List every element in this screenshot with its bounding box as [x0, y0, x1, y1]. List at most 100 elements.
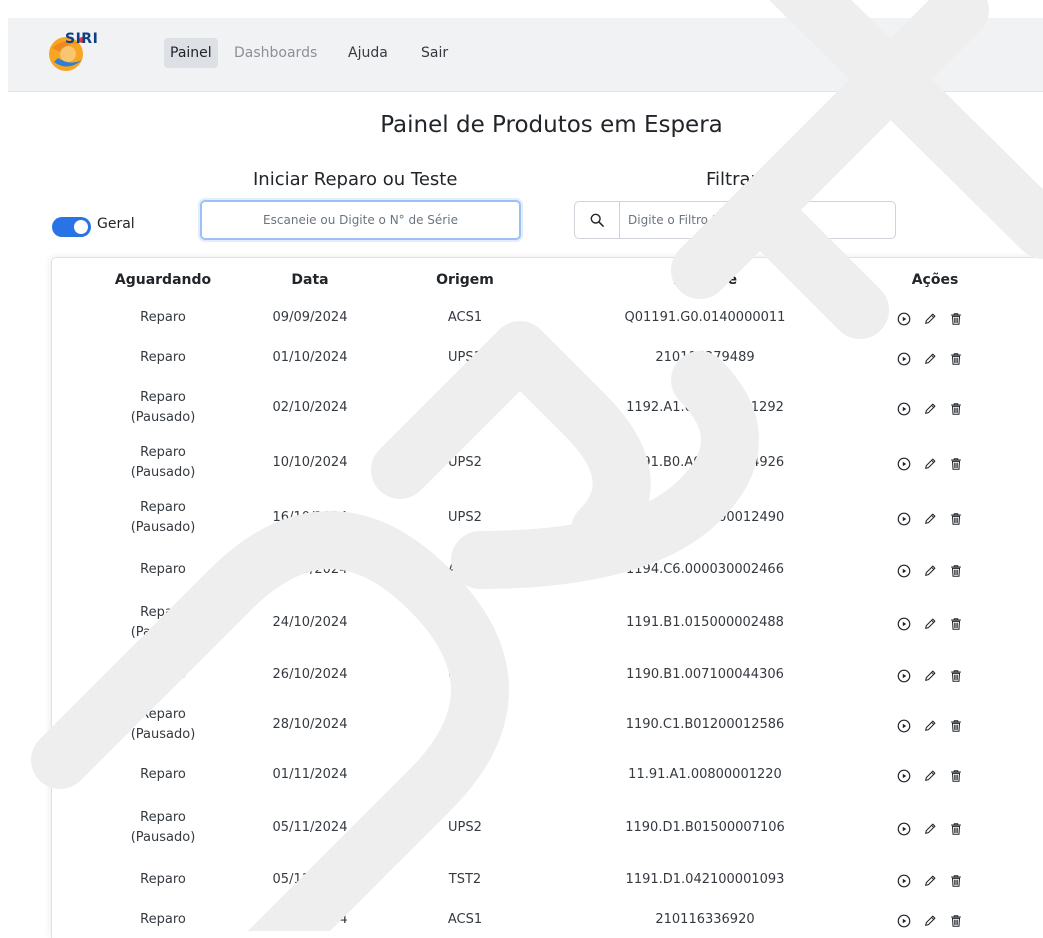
cell-data: 01/11/2024 — [272, 767, 348, 782]
cell-serie: Q01191.G0.0140000011 — [624, 310, 786, 325]
trash-icon[interactable] — [949, 401, 963, 415]
row-actions — [897, 873, 963, 888]
trash-icon[interactable] — [949, 511, 963, 525]
cell-aguardando: Reparo — [98, 348, 228, 368]
cell-serie: 210116279489 — [655, 350, 755, 365]
cell-data: 02/10/2024 — [272, 400, 348, 415]
trash-icon[interactable] — [949, 873, 963, 887]
play-icon[interactable] — [897, 563, 911, 578]
cell-serie: 1190.D1.B01500007106 — [625, 820, 785, 835]
cell-serie: 210116336920 — [655, 912, 755, 927]
play-icon[interactable] — [897, 913, 911, 928]
cell-aguardando: Reparo (Pausado) — [98, 443, 228, 483]
trash-icon[interactable] — [949, 456, 963, 470]
pencil-icon[interactable] — [923, 456, 937, 470]
cell-data: 28/10/2024 — [272, 717, 348, 732]
cell-origem: UPS2 — [448, 717, 482, 732]
pencil-icon[interactable] — [923, 351, 937, 365]
cell-data: 24/10/2024 — [272, 615, 348, 630]
cell-aguardando-text: Reparo — [140, 872, 186, 887]
trash-icon[interactable] — [949, 768, 963, 782]
play-icon[interactable] — [897, 873, 911, 888]
cell-data: 05/11/2024 — [272, 872, 348, 887]
row-actions — [897, 821, 963, 836]
play-icon[interactable] — [897, 401, 911, 416]
play-icon[interactable] — [897, 511, 911, 526]
play-icon[interactable] — [897, 718, 911, 733]
cell-origem: ACS1 — [447, 562, 483, 577]
nav-ajuda[interactable]: Ajuda — [348, 45, 388, 61]
row-actions — [897, 511, 963, 526]
trash-icon[interactable] — [949, 311, 963, 325]
nav-sair[interactable]: Sair — [421, 45, 448, 61]
trash-icon[interactable] — [949, 718, 963, 732]
row-actions — [897, 616, 963, 631]
cell-status-text: (Pausado) — [130, 625, 196, 640]
pencil-icon[interactable] — [923, 311, 937, 325]
trash-icon[interactable] — [949, 351, 963, 365]
header-acoes: Ações — [911, 272, 959, 288]
search-addon — [575, 202, 620, 238]
pencil-icon[interactable] — [923, 668, 937, 682]
header-aguardando: Aguardando — [114, 272, 212, 288]
row-actions — [897, 913, 963, 928]
cell-aguardando-text: Reparo — [140, 350, 186, 365]
pencil-icon[interactable] — [923, 768, 937, 782]
row-actions — [897, 718, 963, 733]
cell-data: 06/11/2024 — [272, 912, 348, 927]
cell-aguardando: Reparo — [98, 910, 228, 930]
row-actions — [897, 768, 963, 783]
trash-icon[interactable] — [949, 668, 963, 682]
pencil-icon[interactable] — [923, 616, 937, 630]
cell-origem: UPS3 — [448, 615, 482, 630]
cell-aguardando: Reparo (Pausado) — [98, 603, 228, 643]
cell-aguardando: Reparo — [98, 560, 228, 580]
nav-painel[interactable]: Painel — [164, 38, 218, 68]
row-actions — [897, 668, 963, 683]
search-icon — [590, 213, 604, 227]
serial-scan-input[interactable] — [200, 200, 521, 240]
trash-icon[interactable] — [949, 821, 963, 835]
play-icon[interactable] — [897, 616, 911, 631]
filter-input[interactable] — [620, 202, 898, 238]
play-icon[interactable] — [897, 311, 911, 326]
play-icon[interactable] — [897, 768, 911, 783]
pencil-icon[interactable] — [923, 511, 937, 525]
nav-dashboards[interactable]: Dashboards — [234, 45, 317, 61]
cell-origem: ACS1 — [447, 310, 483, 325]
play-icon[interactable] — [897, 821, 911, 836]
filter-group — [574, 201, 898, 239]
cell-status-text: (Pausado) — [130, 410, 196, 425]
cell-status-text: (Pausado) — [130, 520, 196, 535]
row-actions — [897, 311, 963, 326]
cell-origem: TST2 — [448, 872, 482, 887]
pencil-icon[interactable] — [923, 563, 937, 577]
pencil-icon[interactable] — [923, 821, 937, 835]
pencil-icon[interactable] — [923, 913, 937, 927]
cell-serie: 1191.D1.042100001093 — [625, 872, 785, 887]
cell-serie: 11.91.A1.00800001220 — [628, 767, 782, 782]
cell-aguardando: Reparo — [98, 765, 228, 785]
pencil-icon[interactable] — [923, 401, 937, 415]
cell-origem: UPS2 — [448, 820, 482, 835]
top-navbar: SIRI Painel Dashboards Ajuda Sair — [8, 18, 1043, 92]
pencil-icon[interactable] — [923, 873, 937, 887]
header-serie: N° Série — [672, 272, 738, 288]
cell-aguardando-text: Reparo — [140, 810, 186, 825]
cell-aguardando: Reparo (Pausado) — [98, 808, 228, 848]
trash-icon[interactable] — [949, 913, 963, 927]
trash-icon[interactable] — [949, 616, 963, 630]
play-icon[interactable] — [897, 456, 911, 471]
cell-serie: 1192.A1.015000001292 — [626, 400, 784, 415]
pencil-icon[interactable] — [923, 718, 937, 732]
header-origem: Origem — [436, 272, 494, 288]
play-icon[interactable] — [897, 351, 911, 366]
brand-name[interactable]: SIRI — [65, 31, 98, 47]
trash-icon[interactable] — [949, 563, 963, 577]
cell-data: 09/09/2024 — [272, 310, 348, 325]
play-icon[interactable] — [897, 668, 911, 683]
row-actions — [897, 401, 963, 416]
geral-toggle[interactable] — [52, 217, 91, 237]
cell-serie: 1194.C6.000030002466 — [626, 562, 784, 577]
cell-origem: UPS2 — [448, 510, 482, 525]
